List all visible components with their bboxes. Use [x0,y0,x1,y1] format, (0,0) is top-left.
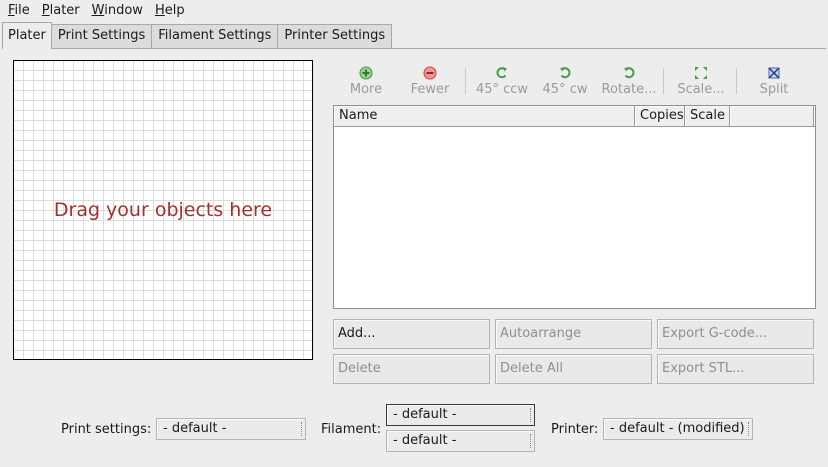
tab-printer-settings[interactable]: Printer Settings [277,24,393,48]
autoarrange-button[interactable]: Autoarrange [495,319,652,349]
menu-bar: File Plater Window Help [0,0,828,22]
add-button[interactable]: Add... [333,319,490,349]
fewer-button[interactable]: Fewer [404,64,456,98]
scale-icon [695,67,707,79]
export-stl-button[interactable]: Export STL... [657,354,814,384]
rotate-cw-button[interactable]: 45° cw [538,64,592,98]
print-settings-label: Print settings: [61,422,152,437]
split-label: Split [759,82,789,97]
split-icon [768,67,780,79]
filament-combo-1[interactable]: - default - [386,404,535,426]
delete-all-button[interactable]: Delete All [495,354,652,384]
remove-icon [423,66,437,80]
menu-file[interactable]: File [4,1,34,21]
toolbar-separator [465,68,466,94]
printer-label: Printer: [551,422,599,437]
column-name[interactable]: Name [334,106,635,126]
rotate-ccw-icon [496,67,507,79]
plater-canvas[interactable]: Drag your objects here [13,60,313,360]
tab-print-settings[interactable]: Print Settings [50,24,153,48]
menu-help[interactable]: Help [151,1,189,21]
add-icon [359,66,373,80]
more-label: More [349,82,383,97]
rotate-ccw-button[interactable]: 45° ccw [474,64,530,98]
rotate-cw-label: 45° cw [542,82,588,97]
print-settings-combo[interactable]: - default - [156,418,306,440]
drop-hint: Drag your objects here [53,199,273,221]
filament-combo-2[interactable]: - default - [386,430,535,452]
rotate-ccw-label: 45° ccw [475,82,529,97]
object-list-header: Name Copies Scale [334,106,815,127]
export-gcode-button[interactable]: Export G-code... [657,319,814,349]
column-copies[interactable]: Copies [635,106,685,126]
fewer-label: Fewer [410,82,450,97]
scale-label: Scale... [677,82,725,97]
column-extra[interactable] [730,106,814,126]
delete-button[interactable]: Delete [333,354,490,384]
more-button[interactable]: More [340,64,392,98]
printer-combo[interactable]: - default - (modified) [603,418,753,440]
menu-plater[interactable]: Plater [38,1,84,21]
toolbar-separator [663,68,664,94]
tab-filament-settings[interactable]: Filament Settings [151,24,279,48]
rotate-cw-icon [560,67,571,79]
menu-window[interactable]: Window [88,1,147,21]
rotate-label: Rotate... [601,82,657,97]
scale-button[interactable]: Scale... [674,64,728,98]
toolbar-separator [736,68,737,94]
column-scale[interactable]: Scale [685,106,730,126]
rotate-button[interactable]: Rotate... [599,64,659,98]
tab-plater[interactable]: Plater [2,22,52,49]
split-button[interactable]: Split [754,64,794,98]
plater-toolbar: More Fewer 45° ccw 45° cw Rotate... Scal… [334,64,814,98]
filament-label: Filament: [321,422,382,437]
object-list[interactable]: Name Copies Scale [333,105,816,309]
rotate-icon [624,67,635,79]
tab-bar: Plater Print Settings Filament Settings … [2,22,826,49]
